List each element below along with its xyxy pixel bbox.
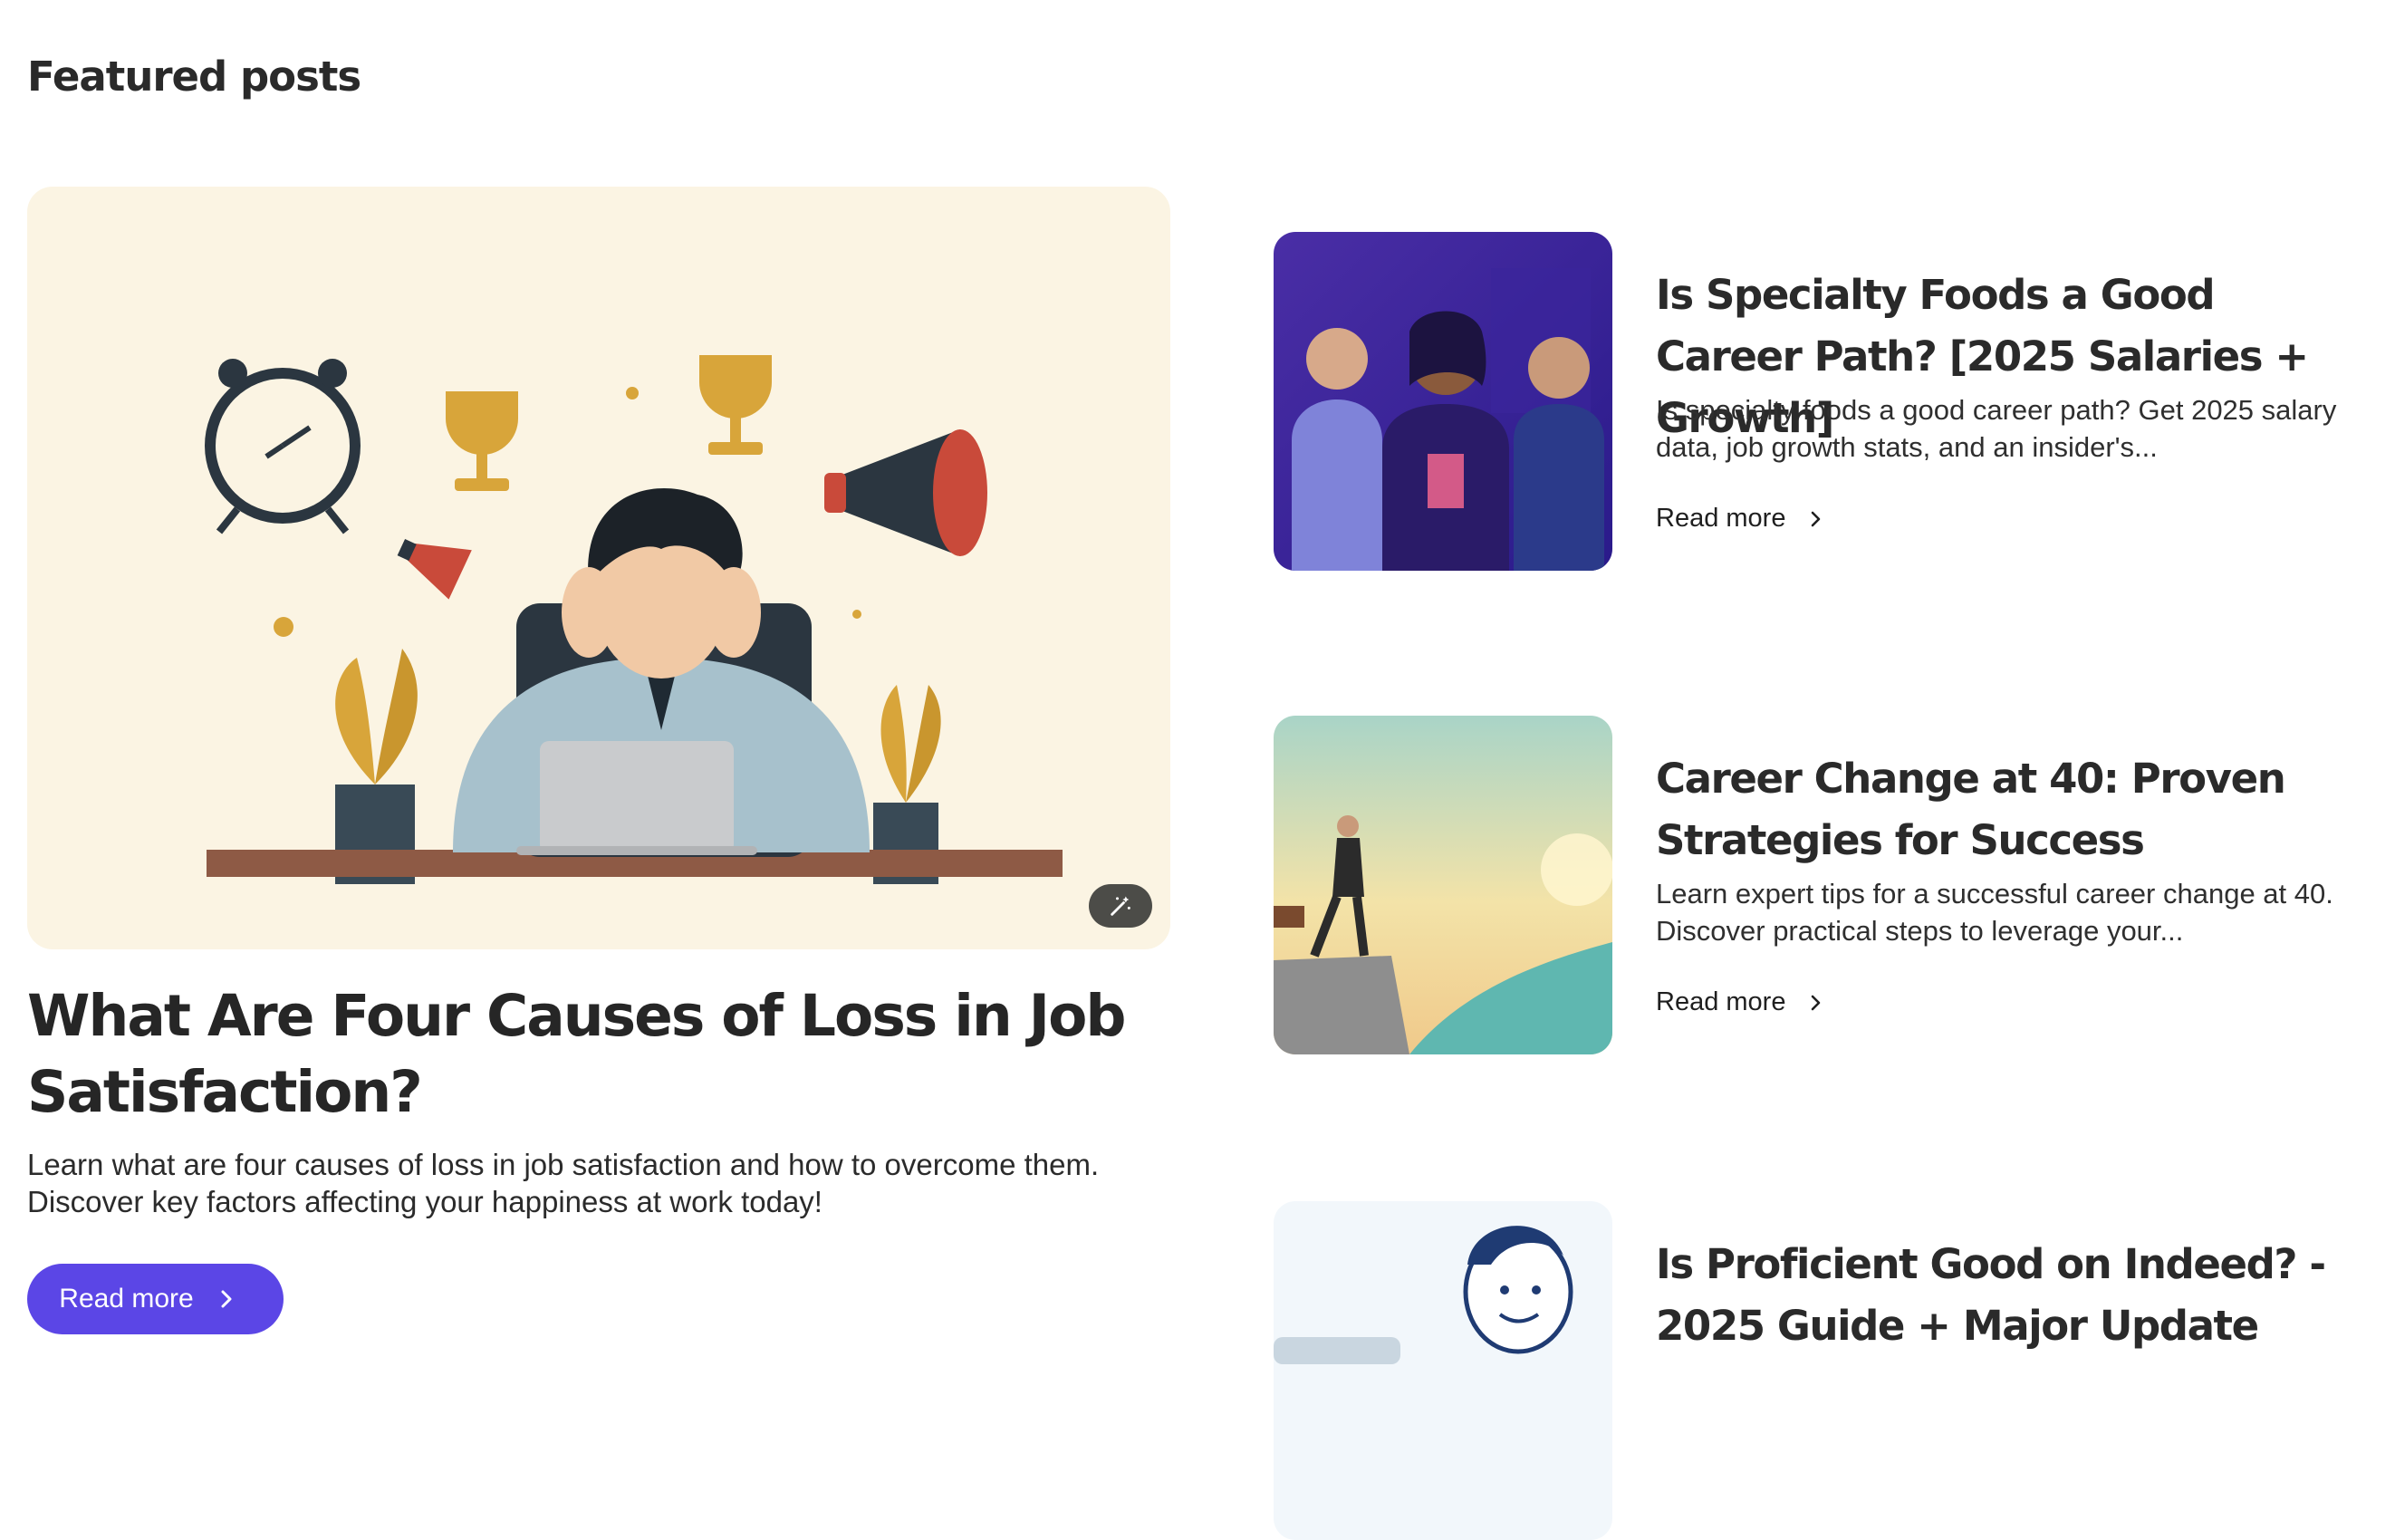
post-thumbnail[interactable] — [1274, 232, 1612, 571]
chevron-right-icon — [1812, 995, 1821, 1010]
post-thumbnail[interactable] — [1274, 716, 1612, 1054]
chevron-right-icon — [1812, 511, 1821, 526]
post-title[interactable]: Career Change at 40: Proven Strategies f… — [1656, 748, 2371, 871]
read-more-link[interactable]: Read more — [1656, 504, 1823, 534]
specialty-foods-team-illustration — [1274, 232, 1612, 571]
featured-post-image[interactable] — [27, 187, 1170, 949]
read-more-label: Read more — [1656, 987, 1786, 1016]
post-excerpt: Is specialty foods a good career path? G… — [1656, 394, 2337, 463]
magic-wand-icon[interactable] — [1089, 884, 1152, 928]
section-title: Featured posts — [27, 53, 361, 101]
post-title[interactable]: Is Proficient Good on Indeed? - 2025 Gui… — [1656, 1234, 2371, 1357]
stressed-worker-illustration — [205, 355, 1063, 884]
post-card: Career Change at 40: Proven Strategies f… — [1274, 716, 2395, 1054]
post-card: Is Proficient Good on Indeed? - 2025 Gui… — [1274, 1201, 2395, 1540]
post-thumbnail[interactable] — [1274, 1201, 1612, 1540]
post-excerpt: Learn expert tips for a successful caree… — [1656, 878, 2333, 947]
featured-post-excerpt: Learn what are four causes of loss in jo… — [27, 1148, 1100, 1218]
post-card: Is Specialty Foods a Good Career Path? [… — [1274, 232, 2395, 571]
featured-read-more-button[interactable]: Read more — [27, 1264, 284, 1334]
featured-post-title[interactable]: What Are Four Causes of Loss in Job Sati… — [27, 978, 1170, 1131]
read-more-label: Read more — [59, 1284, 194, 1314]
career-leap-illustration — [1274, 716, 1612, 1054]
chevron-right-icon — [221, 1290, 232, 1308]
read-more-label: Read more — [1656, 504, 1786, 533]
read-more-link[interactable]: Read more — [1656, 987, 1823, 1017]
indeed-guide-illustration — [1274, 1201, 1612, 1540]
